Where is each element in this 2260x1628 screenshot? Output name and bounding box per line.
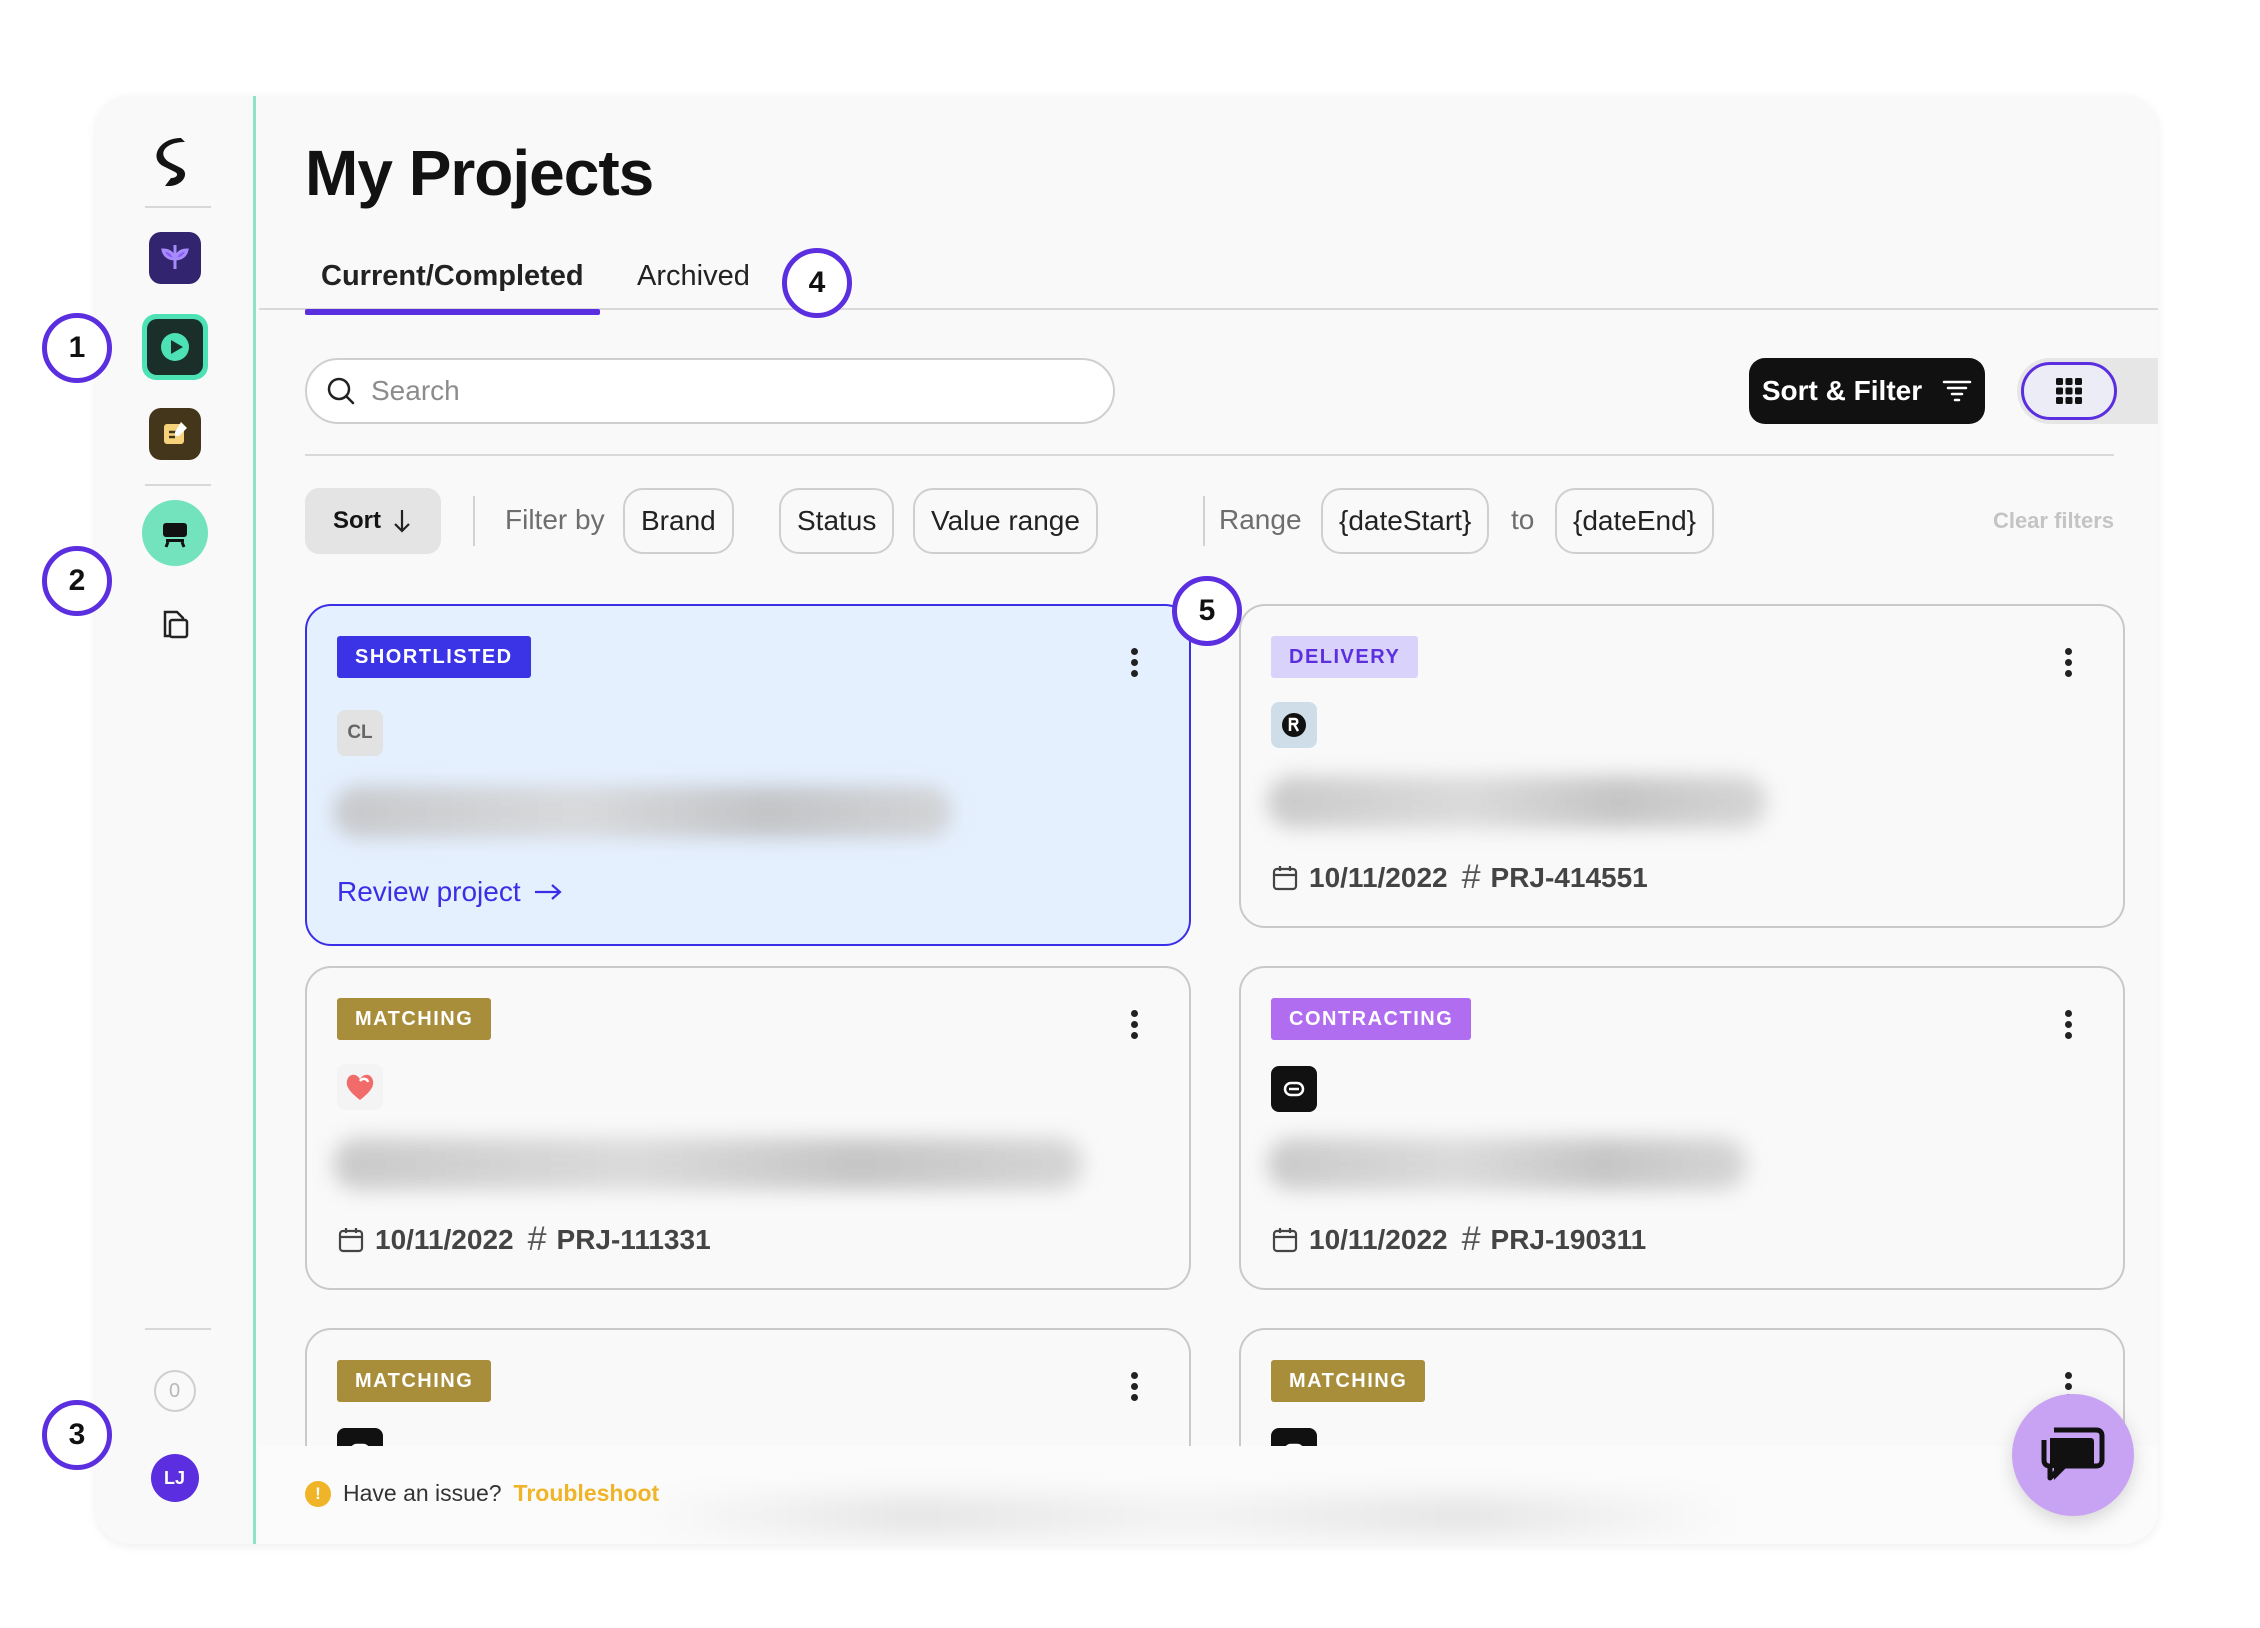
- step-marker-4: 4: [782, 248, 852, 318]
- kebab-menu-icon[interactable]: [2065, 1010, 2073, 1043]
- sort-filter-label: Sort & Filter: [1761, 375, 1923, 406]
- grid-view-button[interactable]: [2021, 362, 2117, 420]
- brand-logo: [1271, 702, 1317, 748]
- search-icon: [327, 377, 355, 405]
- date-end-field[interactable]: {dateEnd}: [1555, 488, 1715, 554]
- calendar-icon: [1272, 865, 1298, 890]
- review-project-label: Review project: [337, 876, 521, 907]
- footer-bar: ! Have an issue? Troubleshoot: [259, 1446, 2158, 1544]
- to-label: to: [1511, 504, 1535, 535]
- filter-chip-brand[interactable]: Brand: [623, 488, 734, 554]
- warning-icon: !: [305, 1480, 331, 1507]
- issue-text: Have an issue?: [343, 1480, 502, 1506]
- list-view-icon: [2157, 376, 2158, 406]
- filter-divider: [1203, 496, 1205, 546]
- project-meta: 10/11/2022 # PRJ-111331: [337, 1220, 711, 1259]
- logo-icon[interactable]: [145, 134, 205, 194]
- status-badge: MATCHING: [1271, 1360, 1426, 1402]
- project-name-redacted: [1267, 776, 1767, 828]
- rail-divider: [145, 206, 211, 208]
- app-sprout-icon[interactable]: [148, 232, 201, 284]
- documents-icon[interactable]: [157, 606, 193, 642]
- project-name-redacted: [333, 786, 953, 838]
- kebab-menu-icon[interactable]: [1131, 648, 1139, 681]
- step-marker-3: 3: [42, 1400, 112, 1470]
- app-frame: 0 LJ My Projects Current/Completed Archi…: [96, 96, 2158, 1544]
- sort-filter-button[interactable]: Sort & Filter: [1749, 358, 1985, 424]
- brand-logo: [337, 1064, 383, 1110]
- rail-divider: [145, 484, 211, 486]
- range-label: Range: [1219, 504, 1302, 535]
- calendar-icon: [1272, 1227, 1298, 1252]
- project-name-redacted: [333, 1138, 1083, 1190]
- hash-icon: #: [527, 1220, 547, 1258]
- filter-bar: Sort Filter by Brand Status Value range …: [305, 488, 2114, 554]
- kebab-menu-icon[interactable]: [1131, 1372, 1139, 1405]
- user-avatar[interactable]: LJ: [150, 1454, 199, 1502]
- filter-divider: [473, 496, 475, 546]
- filter-chip-value-range[interactable]: Value range: [913, 488, 1098, 554]
- toolbar-divider: [305, 454, 2114, 456]
- view-mode-toggle: [2017, 358, 2158, 424]
- search-box[interactable]: [305, 358, 1115, 424]
- studio-icon[interactable]: [141, 500, 208, 566]
- project-meta: 10/11/2022 # PRJ-190311: [1271, 1220, 1646, 1259]
- status-badge: MATCHING: [337, 1360, 492, 1402]
- project-card[interactable]: SHORTLISTED CL Review project: [305, 604, 1191, 946]
- project-id: PRJ-414551: [1490, 861, 1648, 893]
- arrow-right-icon: [534, 884, 562, 900]
- hash-icon: #: [1461, 1220, 1481, 1258]
- project-card[interactable]: DELIVERY 10/11/2022 # PRJ-414551: [1239, 604, 2125, 928]
- grid-view-icon: [2056, 378, 2082, 404]
- list-view-button[interactable]: [2137, 362, 2158, 420]
- chat-icon: [2041, 1427, 2105, 1481]
- page-title: My Projects: [305, 137, 654, 209]
- project-date: 10/11/2022: [375, 1223, 514, 1255]
- kebab-menu-icon[interactable]: [2065, 648, 2073, 681]
- left-rail: 0 LJ: [96, 96, 256, 1544]
- status-badge: CONTRACTING: [1271, 998, 1472, 1040]
- project-card[interactable]: MATCHING 10/11/2022 # PRJ-111331: [305, 966, 1191, 1290]
- footer-redacted: [639, 1496, 1738, 1536]
- troubleshoot-link[interactable]: Troubleshoot: [514, 1480, 660, 1507]
- arrow-down-icon: [394, 510, 410, 533]
- project-id: PRJ-111331: [556, 1223, 711, 1255]
- sort-button[interactable]: Sort: [305, 488, 441, 554]
- step-marker-5: 5: [1172, 576, 1242, 646]
- chat-button[interactable]: [2012, 1394, 2134, 1516]
- app-notes-icon[interactable]: [148, 408, 201, 460]
- filter-by-label: Filter by: [505, 504, 605, 535]
- project-id: PRJ-190311: [1490, 1223, 1647, 1255]
- search-input[interactable]: [371, 375, 1071, 407]
- step-marker-1: 1: [42, 313, 112, 383]
- project-card[interactable]: CONTRACTING 10/11/2022 # PRJ-190311: [1239, 966, 2125, 1290]
- project-tabs: Current/Completed Archived: [259, 246, 2158, 315]
- rail-divider: [145, 1328, 211, 1330]
- main-content: My Projects Current/Completed Archived S…: [259, 96, 2158, 1544]
- brand-logo: [1271, 1066, 1317, 1112]
- project-date: 10/11/2022: [1309, 1223, 1448, 1255]
- app-play-icon[interactable]: [141, 314, 208, 380]
- tab-archived[interactable]: Archived: [637, 260, 750, 293]
- project-meta: 10/11/2022 # PRJ-414551: [1271, 858, 1648, 897]
- status-badge: SHORTLISTED: [337, 636, 531, 678]
- status-badge: DELIVERY: [1271, 636, 1419, 678]
- brand-logo: CL: [337, 710, 383, 756]
- kebab-menu-icon[interactable]: [1131, 1010, 1139, 1043]
- notification-count-badge[interactable]: 0: [153, 1370, 196, 1412]
- hash-icon: #: [1461, 858, 1481, 896]
- filter-lines-icon: [1942, 380, 1972, 402]
- clear-filters-button[interactable]: Clear filters: [1993, 508, 2114, 534]
- tab-current-completed[interactable]: Current/Completed: [305, 260, 600, 315]
- project-date: 10/11/2022: [1309, 861, 1448, 893]
- status-badge: MATCHING: [337, 998, 492, 1040]
- filter-chip-status[interactable]: Status: [779, 488, 895, 554]
- calendar-icon: [338, 1227, 364, 1252]
- date-start-field[interactable]: {dateStart}: [1321, 488, 1490, 554]
- sort-label: Sort: [333, 507, 381, 534]
- step-marker-2: 2: [42, 546, 112, 616]
- review-project-link[interactable]: Review project: [337, 876, 563, 908]
- issue-notice: ! Have an issue? Troubleshoot: [305, 1480, 659, 1507]
- project-name-redacted: [1267, 1138, 1747, 1190]
